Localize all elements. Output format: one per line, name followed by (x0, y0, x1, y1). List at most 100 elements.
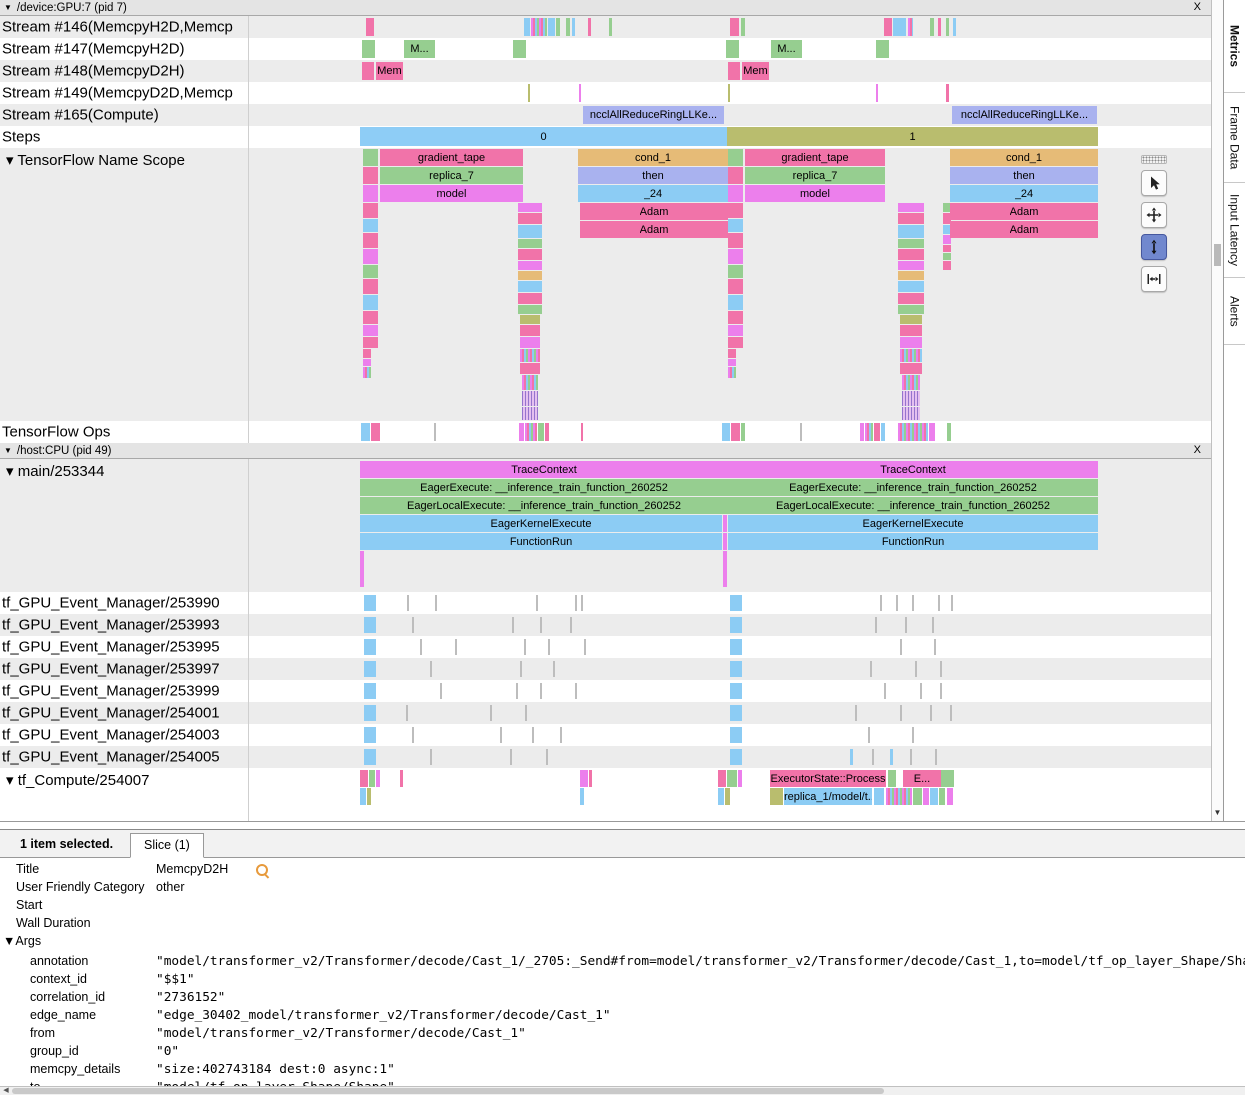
trace-slice[interactable] (516, 683, 518, 699)
trace-slice[interactable] (896, 595, 898, 611)
trace-slice[interactable] (430, 661, 432, 677)
trace-slice[interactable] (531, 18, 547, 36)
scroll-down-arrow[interactable]: ▼ (1212, 808, 1223, 817)
trace-slice[interactable] (934, 639, 936, 655)
trace-slice[interactable] (518, 261, 542, 270)
trace-slice[interactable] (525, 705, 527, 721)
trace-slice-model[interactable]: model (745, 185, 885, 202)
trace-slice[interactable] (434, 423, 436, 441)
panel-splitter[interactable] (0, 821, 1245, 830)
trace-slice-executorstate-process[interactable]: ExecutorState::Process (770, 770, 886, 787)
gpu-close-button[interactable]: X (1194, 1, 1201, 13)
trace-slice[interactable] (727, 770, 737, 787)
trace-slice[interactable] (420, 639, 422, 655)
trace-slice-ncclallreduceringllke[interactable]: ncclAllReduceRingLLKe... (952, 106, 1097, 124)
trace-slice[interactable] (935, 749, 937, 765)
trace-slice[interactable] (900, 315, 922, 324)
trace-slice[interactable] (430, 749, 432, 765)
trace-slice[interactable] (728, 359, 736, 366)
trace-slice[interactable] (874, 423, 880, 441)
trace-slice[interactable] (940, 683, 942, 699)
trace-slice[interactable] (900, 705, 902, 721)
trace-slice[interactable] (876, 84, 878, 102)
trace-slice[interactable] (898, 225, 924, 238)
trace-slice-then[interactable]: then (950, 167, 1098, 184)
trace-slice[interactable] (738, 770, 742, 787)
trace-slice[interactable] (886, 788, 912, 805)
trace-slice[interactable] (723, 533, 727, 550)
trace-slice[interactable] (900, 337, 922, 348)
trace-slice[interactable] (730, 705, 742, 721)
trace-slice[interactable] (940, 661, 942, 677)
trace-slice[interactable] (725, 788, 730, 805)
vertical-scrollbar-thumb[interactable] (1214, 244, 1221, 266)
trace-slice[interactable] (536, 595, 538, 611)
trace-slice-functionrun[interactable]: FunctionRun (728, 533, 1098, 550)
trace-slice[interactable] (728, 185, 743, 202)
selection-tool-button[interactable] (1141, 170, 1167, 196)
trace-slice-adam[interactable]: Adam (580, 203, 728, 220)
trace-slice-replica-7[interactable]: replica_7 (380, 167, 523, 184)
trace-slice-eagerexecute-inference-train-function-260252[interactable]: EagerExecute: __inference_train_function… (728, 479, 1098, 496)
trace-slice[interactable] (406, 705, 408, 721)
trace-slice[interactable] (855, 705, 857, 721)
trace-slice[interactable] (881, 423, 885, 441)
side-tab-input-latency[interactable]: Input Latency (1224, 183, 1245, 278)
trace-slice-24[interactable]: _24 (578, 185, 728, 202)
trace-slice[interactable] (519, 423, 524, 441)
collapse-cpu-icon[interactable]: ▼ (4, 446, 12, 455)
trace-slice[interactable] (548, 18, 555, 36)
trace-slice[interactable] (951, 595, 953, 611)
trace-slice-model[interactable]: model (380, 185, 523, 202)
trace-slice[interactable] (876, 40, 889, 58)
trace-slice-gradient-tape[interactable]: gradient_tape (745, 149, 885, 166)
trace-slice[interactable] (946, 84, 949, 102)
trace-slice[interactable] (930, 705, 932, 721)
trace-slice-0[interactable]: 0 (360, 127, 727, 146)
trace-slice[interactable] (898, 281, 924, 292)
trace-slice[interactable] (770, 788, 783, 805)
trace-slice[interactable] (730, 595, 742, 611)
trace-slice[interactable] (366, 18, 374, 36)
trace-slice[interactable] (518, 239, 542, 248)
trace-slice[interactable] (407, 595, 409, 611)
trace-slice[interactable] (722, 423, 730, 441)
trace-slice[interactable] (898, 305, 924, 314)
trace-slice[interactable] (884, 18, 892, 36)
trace-slice[interactable] (872, 749, 874, 765)
trace-slice[interactable] (902, 391, 920, 406)
trace-slice[interactable] (556, 18, 560, 36)
trace-slice[interactable] (718, 770, 726, 787)
trace-slice[interactable] (898, 423, 928, 441)
trace-slice[interactable] (575, 595, 577, 611)
trace-slice[interactable] (364, 639, 376, 655)
trace-slice[interactable] (520, 661, 522, 677)
trace-slice[interactable] (520, 337, 540, 348)
trace-slice[interactable] (900, 349, 922, 362)
trace-slice[interactable] (532, 727, 534, 743)
trace-slice[interactable] (728, 337, 743, 348)
trace-slice[interactable] (730, 683, 742, 699)
trace-slice[interactable] (540, 617, 542, 633)
trace-slice-eagerkernelexecute[interactable]: EagerKernelExecute (360, 515, 722, 532)
trace-slice[interactable] (363, 249, 378, 264)
trace-slice[interactable] (860, 423, 864, 441)
trace-slice[interactable] (728, 311, 743, 324)
trace-slice[interactable] (900, 639, 902, 655)
trace-slice[interactable] (946, 18, 949, 36)
trace-slice[interactable] (905, 617, 907, 633)
trace-slice[interactable] (730, 727, 742, 743)
trace-slice[interactable] (800, 423, 802, 441)
trace-slice[interactable] (874, 788, 884, 805)
trace-slice[interactable] (566, 18, 570, 36)
trace-slice[interactable] (360, 788, 366, 805)
trace-slice[interactable] (363, 367, 371, 378)
trace-slice[interactable] (518, 305, 542, 314)
trace-slice[interactable] (412, 617, 414, 633)
trace-slice[interactable] (363, 185, 378, 202)
trace-slice[interactable] (518, 293, 542, 304)
trace-slice[interactable] (947, 788, 953, 805)
trace-slice[interactable] (363, 349, 371, 358)
trace-slice[interactable] (363, 203, 378, 218)
trace-slice[interactable] (910, 749, 912, 765)
